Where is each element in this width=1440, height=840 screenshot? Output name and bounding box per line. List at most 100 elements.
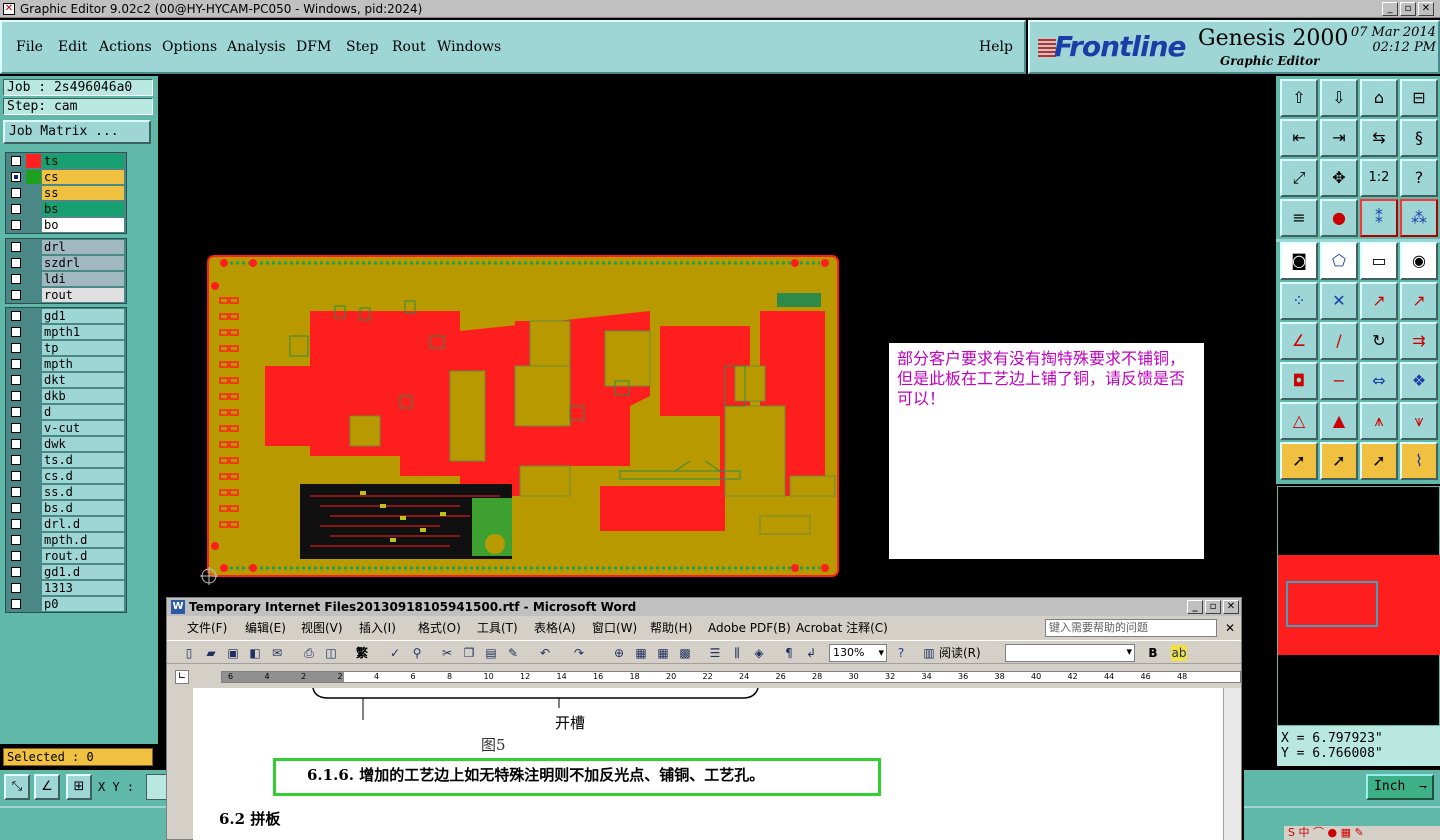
tool-connect-icon[interactable]: ⁘ bbox=[1280, 282, 1318, 320]
permission-icon[interactable]: ◧ bbox=[247, 645, 263, 661]
tool-ruler-icon[interactable]: ▭ bbox=[1360, 242, 1398, 280]
layer-row[interactable]: szdrl bbox=[6, 255, 126, 271]
paste-icon[interactable]: ▤ bbox=[483, 645, 499, 661]
font-select[interactable]: ▾ bbox=[1005, 644, 1135, 662]
xy-input[interactable] bbox=[146, 774, 168, 800]
word-menu-acrobat[interactable]: Acrobat 注释(C) bbox=[796, 618, 888, 638]
insert-excel-icon[interactable]: ▩ bbox=[677, 645, 693, 661]
layer-row[interactable]: mpth bbox=[6, 356, 126, 372]
layer-checkbox[interactable] bbox=[11, 204, 21, 214]
tool-flip-icon[interactable]: ⇆ bbox=[1360, 119, 1398, 157]
word-menu-edit[interactable]: 编辑(E) bbox=[245, 618, 286, 638]
layer-row[interactable]: dkt bbox=[6, 372, 126, 388]
undo-icon[interactable]: ↶ bbox=[537, 645, 553, 661]
tool-netlist-icon[interactable]: ⁑ bbox=[1360, 199, 1398, 237]
layer-row[interactable]: ss.d bbox=[6, 484, 126, 500]
layer-row[interactable]: ss bbox=[6, 185, 126, 201]
layer-row[interactable]: 1313 bbox=[6, 580, 126, 596]
layer-checkbox[interactable] bbox=[11, 274, 21, 284]
layer-row[interactable]: ldi bbox=[6, 271, 126, 287]
menu-help[interactable]: Help bbox=[979, 39, 1013, 55]
trad-chinese-button[interactable]: 繁 bbox=[351, 645, 373, 661]
open-folder-icon[interactable]: ▰ bbox=[203, 645, 219, 661]
cut-icon[interactable]: ✂ bbox=[439, 645, 455, 661]
tool-copy-icon[interactable]: ↗ bbox=[1400, 282, 1438, 320]
measure-icon[interactable]: ∠ bbox=[34, 774, 60, 800]
tool-split-icon[interactable]: − bbox=[1320, 362, 1358, 400]
bold-icon[interactable]: B bbox=[1145, 645, 1161, 661]
tool-stretch-icon[interactable]: ⇔ bbox=[1360, 362, 1398, 400]
layer-checkbox[interactable] bbox=[11, 343, 21, 353]
grid-snap-icon[interactable]: ⊞ bbox=[66, 774, 92, 800]
layer-row[interactable]: cs bbox=[6, 169, 126, 185]
menu-options[interactable]: Options bbox=[162, 39, 217, 55]
word-menu-file[interactable]: 文件(F) bbox=[187, 618, 227, 638]
tool-help-icon[interactable]: ? bbox=[1400, 159, 1438, 197]
tool-move-icon[interactable]: ↗ bbox=[1360, 282, 1398, 320]
tables-borders-icon[interactable]: ▦ bbox=[633, 645, 649, 661]
read-mode-icon[interactable]: ▥ bbox=[921, 645, 937, 661]
word-doc-close-icon[interactable]: ✕ bbox=[1225, 618, 1235, 638]
layer-row[interactable]: ts bbox=[6, 153, 126, 169]
ime-icon[interactable]: S 中 ⌒ ● ▦ ✎ bbox=[1288, 826, 1364, 840]
tab-stop-icon[interactable]: ∟ bbox=[175, 670, 189, 684]
menu-rout[interactable]: Rout bbox=[392, 39, 426, 55]
print-icon[interactable]: ⎙ bbox=[301, 645, 317, 661]
layer-row[interactable]: v-cut bbox=[6, 420, 126, 436]
word-close-button[interactable]: ✕ bbox=[1223, 600, 1239, 614]
tool-settings-icon[interactable]: ≡ bbox=[1280, 199, 1318, 237]
layer-checkbox[interactable] bbox=[11, 327, 21, 337]
tool-triangle-fill-icon[interactable]: ▲ bbox=[1320, 402, 1358, 440]
new-doc-icon[interactable]: ▯ bbox=[181, 645, 197, 661]
layer-checkbox[interactable] bbox=[11, 487, 21, 497]
tool-pointer-box-icon[interactable]: ➚ bbox=[1320, 442, 1358, 480]
word-menu-tools[interactable]: 工具(T) bbox=[477, 618, 518, 638]
tool-select-box-icon[interactable]: ◉ bbox=[1400, 242, 1438, 280]
tool-zoom-fit-icon[interactable]: ⤢ bbox=[1280, 159, 1318, 197]
menu-analysis[interactable]: Analysis bbox=[227, 39, 286, 55]
layer-checkbox[interactable] bbox=[11, 423, 21, 433]
menu-windows[interactable]: Windows bbox=[437, 39, 501, 55]
tool-path-icon[interactable]: ⌇ bbox=[1400, 442, 1438, 480]
zoom-box-icon[interactable]: ⤡ bbox=[4, 774, 30, 800]
layer-row[interactable]: cs.d bbox=[6, 468, 126, 484]
layer-checkbox[interactable] bbox=[11, 519, 21, 529]
layer-checkbox[interactable] bbox=[11, 551, 21, 561]
layer-row[interactable]: bo bbox=[6, 217, 126, 233]
highlight-icon[interactable]: ab bbox=[1171, 645, 1187, 661]
layer-checkbox[interactable] bbox=[11, 220, 21, 230]
layer-row[interactable]: drl.d bbox=[6, 516, 126, 532]
layer-row[interactable]: gd1 bbox=[6, 308, 126, 324]
word-menu-adobe[interactable]: Adobe PDF(B) bbox=[708, 618, 791, 638]
layer-checkbox[interactable] bbox=[11, 535, 21, 545]
layer-checkbox[interactable] bbox=[11, 311, 21, 321]
tool-mirror-icon[interactable]: ⇉ bbox=[1400, 322, 1438, 360]
read-mode-label[interactable]: 阅读(R) bbox=[939, 645, 981, 661]
layer-row[interactable]: mpth.d bbox=[6, 532, 126, 548]
preview-icon[interactable]: ◫ bbox=[323, 645, 339, 661]
word-menu-view[interactable]: 视图(V) bbox=[301, 618, 343, 638]
tool-camera-icon[interactable]: ◙ bbox=[1280, 242, 1318, 280]
cursor-icon[interactable]: ↲ bbox=[803, 645, 819, 661]
layer-checkbox[interactable] bbox=[11, 599, 21, 609]
word-vertical-scrollbar[interactable] bbox=[1223, 688, 1241, 840]
layer-row[interactable]: tp bbox=[6, 340, 126, 356]
layer-row[interactable]: dkb bbox=[6, 388, 126, 404]
tool-import-icon[interactable]: ⇤ bbox=[1280, 119, 1318, 157]
columns-icon[interactable]: ☰ bbox=[707, 645, 723, 661]
tool-export-icon[interactable]: ⇥ bbox=[1320, 119, 1358, 157]
layer-row[interactable]: p0 bbox=[6, 596, 126, 612]
word-restore-button[interactable]: ▫ bbox=[1205, 600, 1221, 614]
layer-checkbox[interactable] bbox=[11, 407, 21, 417]
job-matrix-button[interactable]: Job Matrix ... bbox=[3, 120, 151, 144]
tool-triangle-icon[interactable]: △ bbox=[1280, 402, 1318, 440]
overview-viewport[interactable] bbox=[1286, 581, 1378, 627]
tool-scale-icon[interactable]: 1:2 bbox=[1360, 159, 1398, 197]
tool-bridge-alt-icon[interactable]: ⩛ bbox=[1400, 402, 1438, 440]
tool-probe-icon[interactable]: ● bbox=[1320, 199, 1358, 237]
layer-row[interactable]: d bbox=[6, 404, 126, 420]
layer-checkbox[interactable] bbox=[11, 455, 21, 465]
layer-checkbox[interactable] bbox=[11, 375, 21, 385]
tool-pan-icon[interactable]: ✥ bbox=[1320, 159, 1358, 197]
insert-table-icon[interactable]: ▦ bbox=[655, 645, 671, 661]
